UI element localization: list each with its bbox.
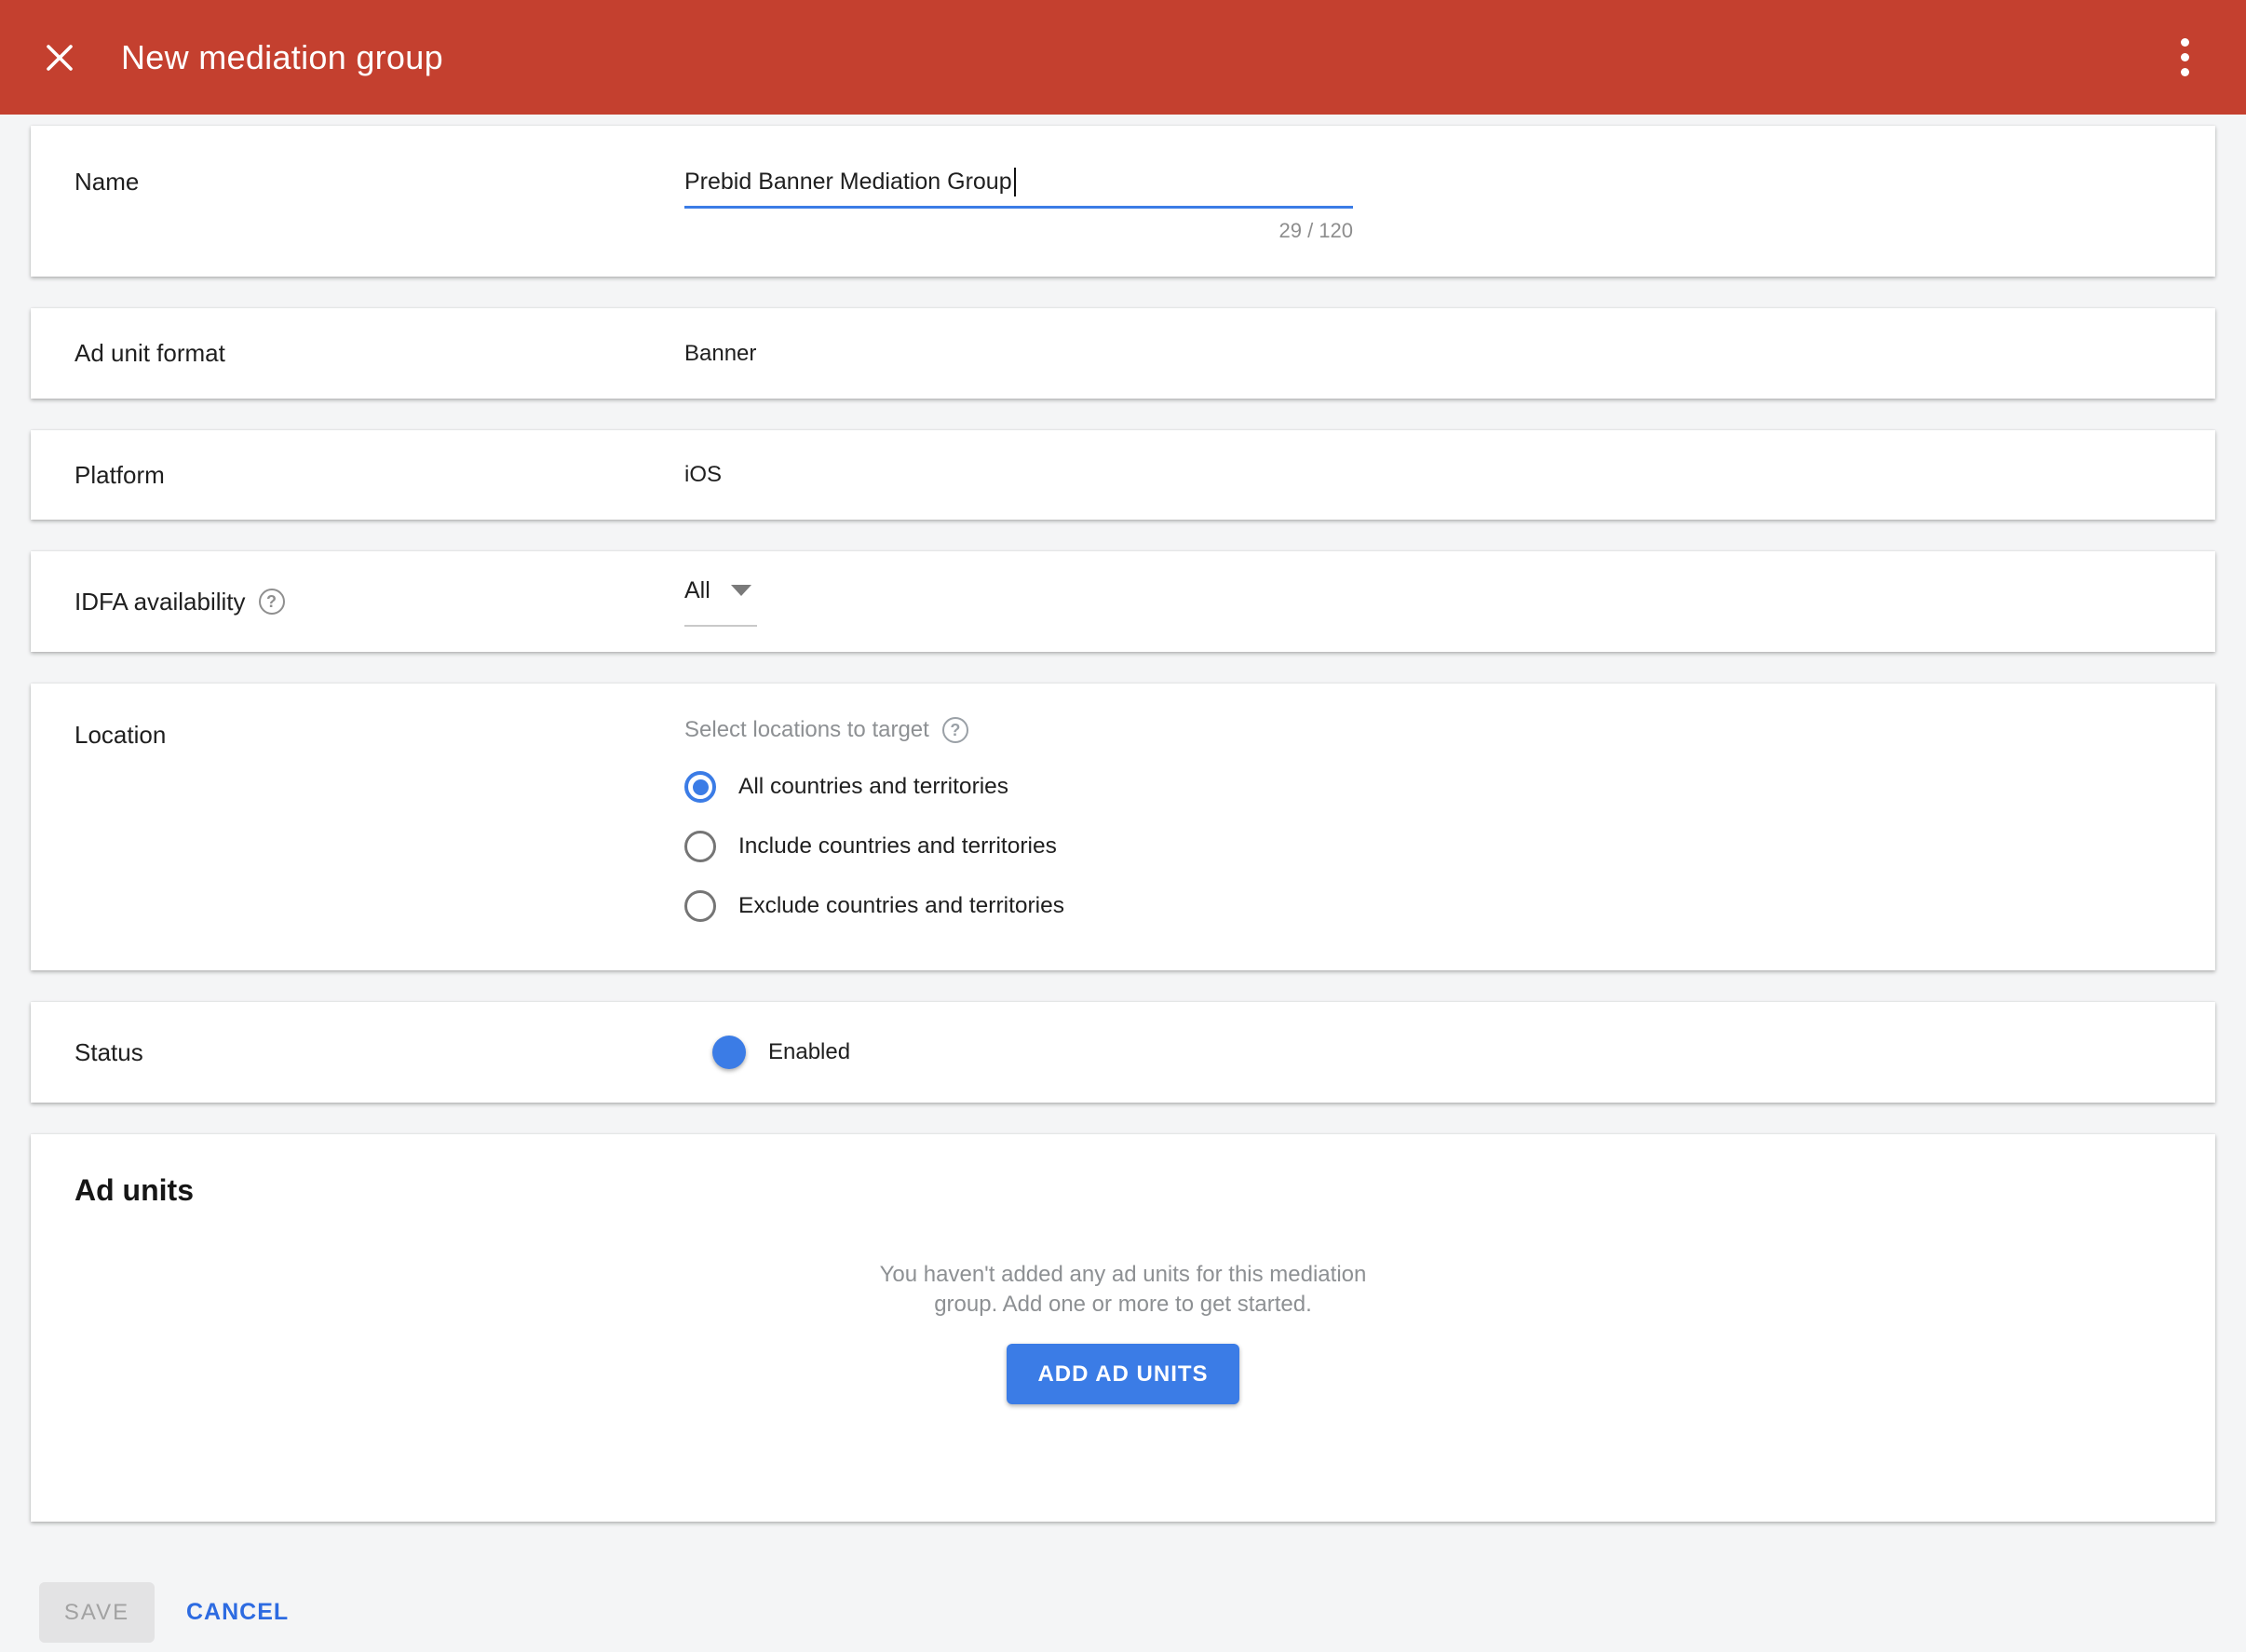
dropdown-arrow-icon [731, 585, 751, 596]
radio-label: Include countries and territories [738, 833, 1057, 860]
location-help-icon[interactable]: ? [942, 717, 968, 743]
ad-unit-format-value: Banner [684, 341, 756, 367]
idfa-availability-card: IDFA availability ? All [31, 551, 2215, 652]
location-label: Location [74, 717, 684, 970]
radio-exclude-countries[interactable]: Exclude countries and territories [684, 890, 1064, 922]
toggle-knob [712, 1036, 746, 1069]
name-input-value: Prebid Banner Mediation Group [684, 169, 1012, 196]
radio-label: All countries and territories [738, 774, 1008, 800]
add-ad-units-button[interactable]: ADD AD UNITS [1007, 1344, 1238, 1404]
ad-units-heading: Ad units [74, 1173, 2172, 1208]
radio-button-icon [684, 831, 716, 862]
empty-state-line1: You haven't added any ad units for this … [74, 1260, 2172, 1290]
status-label: Status [74, 1038, 684, 1067]
location-hint: Select locations to target [684, 717, 929, 743]
empty-state-line2: group. Add one or more to get started. [74, 1290, 2172, 1320]
platform-label: Platform [74, 461, 684, 490]
status-toggle[interactable] [684, 1040, 742, 1064]
close-icon [41, 39, 78, 76]
ad-units-empty-state: You haven't added any ad units for this … [74, 1260, 2172, 1320]
idfa-dropdown[interactable]: All [684, 577, 757, 627]
idfa-label: IDFA availability [74, 588, 246, 616]
radio-all-countries[interactable]: All countries and territories [684, 771, 1064, 803]
input-focus-underline [684, 206, 1353, 209]
status-value: Enabled [768, 1039, 850, 1065]
ad-unit-format-label: Ad unit format [74, 339, 684, 368]
kebab-menu-icon [2181, 38, 2189, 47]
status-card: Status Enabled [31, 1002, 2215, 1103]
save-button[interactable]: SAVE [39, 1582, 155, 1643]
form-footer: SAVE CANCEL [0, 1553, 2246, 1643]
page-title: New mediation group [121, 38, 2166, 77]
radio-button-icon [684, 890, 716, 922]
app-bar: New mediation group [0, 0, 2246, 115]
text-cursor [1014, 168, 1017, 196]
platform-value: iOS [684, 462, 722, 488]
location-card: Location Select locations to target ? Al… [31, 684, 2215, 970]
name-card: Name Prebid Banner Mediation Group 29 / … [31, 126, 2215, 277]
idfa-help-icon[interactable]: ? [259, 589, 285, 615]
idfa-dropdown-value: All [684, 577, 710, 604]
radio-include-countries[interactable]: Include countries and territories [684, 831, 1064, 862]
name-label: Name [74, 165, 684, 277]
platform-card: Platform iOS [31, 430, 2215, 520]
ad-unit-format-card: Ad unit format Banner [31, 308, 2215, 399]
mediation-group-form: Name Prebid Banner Mediation Group 29 / … [0, 126, 2246, 1522]
char-counter: 29 / 120 [684, 219, 1353, 243]
overflow-menu-button[interactable] [2166, 30, 2203, 86]
cancel-button[interactable]: CANCEL [186, 1599, 289, 1626]
close-button[interactable] [41, 39, 78, 76]
radio-label: Exclude countries and territories [738, 893, 1064, 919]
name-input[interactable]: Prebid Banner Mediation Group [684, 165, 1353, 198]
radio-button-selected-icon [684, 771, 716, 803]
ad-units-card: Ad units You haven't added any ad units … [31, 1134, 2215, 1522]
dropdown-underline [684, 625, 757, 627]
